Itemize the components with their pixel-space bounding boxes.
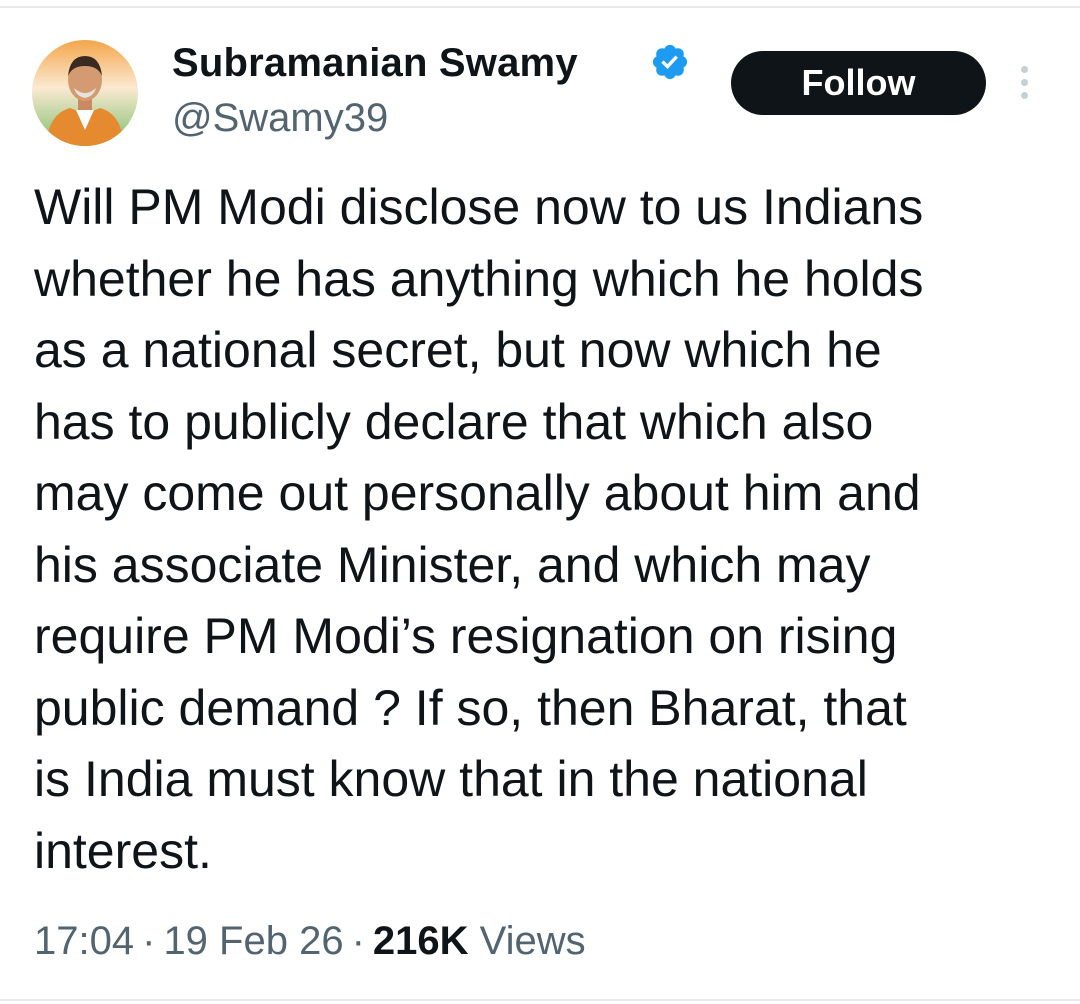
top-divider xyxy=(0,6,1080,8)
tweet-text-line: whether he has anything which he holds xyxy=(34,250,924,307)
avatar[interactable] xyxy=(32,40,138,146)
tweet-text-line: his associate Minister, and which may xyxy=(34,536,871,593)
tweet-text-line: public demand ? If so, then Bharat, that xyxy=(34,679,907,736)
tweet-text: Will PM Modi disclose now to us Indians … xyxy=(34,172,1064,887)
tweet-date[interactable]: 19 Feb 26 xyxy=(163,919,343,963)
display-name[interactable]: Subramanian Swamy xyxy=(172,38,578,88)
meta-separator: · xyxy=(351,919,365,963)
tweet-text-line: Will PM Modi disclose now to us Indians xyxy=(34,179,924,235)
views-label[interactable]: Views xyxy=(480,919,586,963)
tweet-text-line: is India must know that in the national xyxy=(34,751,868,807)
bottom-divider xyxy=(0,999,1080,1001)
meta-separator: · xyxy=(142,919,156,963)
tweet-meta: 17:04 · 19 Feb 26 · 216K Views xyxy=(34,916,586,966)
more-vertical-icon[interactable] xyxy=(1014,64,1034,102)
avatar-photo xyxy=(32,40,138,146)
tweet-text-line: has to publicly declare that which also xyxy=(34,393,874,450)
follow-button[interactable]: Follow xyxy=(731,51,986,115)
verified-badge-icon xyxy=(650,42,690,82)
tweet-text-line: may come out personally about him and xyxy=(34,465,921,521)
tweet-text-line: interest. xyxy=(34,822,212,879)
tweet-text-line: require PM Modi’s resignation on rising xyxy=(34,608,898,664)
views-count[interactable]: 216K xyxy=(373,919,469,963)
tweet-time[interactable]: 17:04 xyxy=(34,919,134,963)
tweet-text-line: as a national secret, but now which he xyxy=(34,322,882,378)
handle[interactable]: @Swamy39 xyxy=(172,94,388,142)
